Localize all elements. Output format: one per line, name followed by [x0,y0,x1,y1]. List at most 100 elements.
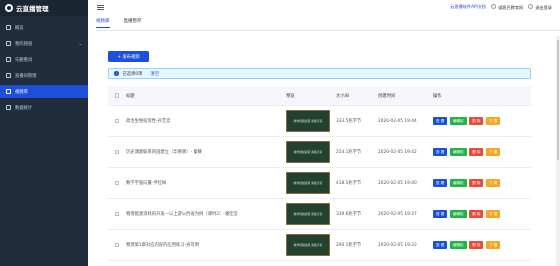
sidebar-item-label: 先観看试 [15,57,33,63]
row-checkbox[interactable] [114,242,120,248]
sidebar-item-label: 直播间管理 [15,73,37,79]
sidebar-item-my-channel[interactable]: 我的频道 ⌄ [0,37,88,50]
video-thumbnail[interactable]: 教学视频资源 黑板示意 [286,203,330,225]
tab-live-cache[interactable]: 直播暂存 [124,18,142,26]
sidebar-item-room-manage[interactable]: 直播间管理 [0,69,88,82]
table-row: 数学字面向量-尹红梅 教学视频资源 黑板示意 418.5兆字节 2020-02-… [108,168,531,199]
edit-button[interactable]: 编辑权 [449,241,467,249]
delete-button[interactable]: 删 除 [469,241,484,249]
scrollbar-thumb[interactable] [556,40,560,160]
table-row: 物理能源消耗的开发—以上游以西省为例（课时2）-潘佳莹 教学视频资源 黑板示意 … [108,199,531,230]
video-title: 物理能源消耗的开发—以上游以西省为例（课时2）-潘佳莹 [126,212,238,217]
row-checkbox[interactable] [114,118,120,124]
video-thumbnail[interactable]: 教学视频资源 黑板示意 [286,234,330,256]
vertical-scrollbar[interactable] [556,36,560,266]
delete-button[interactable]: 删 除 [469,179,484,187]
view-button[interactable]: 查 看 [433,148,448,156]
video-created-time: 2020-02-05 19:37 [378,211,417,217]
selection-alert: i 已选择0项 清空 [108,68,531,79]
video-thumbnail[interactable]: 教学视频资源 黑板示意 [286,172,330,194]
app-title: 云直播管理 [16,5,49,13]
video-size: 290.1兆字节 [336,243,362,248]
sidebar-item-trial[interactable]: 先観看试 [0,53,88,66]
logout-label: 退出登录 [535,4,552,10]
api-doc-link[interactable]: 云直播软件API文档 [450,4,486,10]
table-header: 标题 预览 大小/B 创建时间 操作 [108,86,531,106]
row-checkbox[interactable] [114,211,120,217]
table-row: 历史课题联系的国建立（华德驿）- 秦舞 教学视频资源 黑板示意 254.1兆字节… [108,137,531,168]
sidebar-menu: 概览 我的频道 ⌄ 先観看试 直播间管理 视频库 数据统计 [0,21,88,114]
info-icon: i [114,71,119,76]
selected-count-text: 已选择0项 [122,71,143,77]
video-icon [6,89,11,94]
video-size: 254.1兆字节 [336,150,362,155]
table-row: 物理第1章对应内容的应用练习-谷可明 教学视频资源 黑板示意 290.1兆字节 … [108,230,531,261]
column-header-title: 标题 [126,93,135,99]
tab-bar: 视频库 直播暂存 [96,16,142,28]
download-button[interactable]: 下 载 [485,210,501,218]
select-all-checkbox[interactable] [114,93,120,98]
download-button[interactable]: 下 载 [485,179,501,187]
sidebar-item-label: 概览 [15,25,24,31]
top-bar: 云直播软件API文档 道客巴教育网 退出登录 [88,0,560,14]
user-icon [491,3,497,9]
video-title: 物理第1章对应内容的应用练习-谷可明 [126,243,200,248]
tab-video-library[interactable]: 视频库 [96,18,110,28]
sidebar-item-label: 我的频道 [15,41,33,47]
monitor-icon [6,73,11,78]
home-icon [6,25,11,30]
row-checkbox[interactable] [114,149,120,155]
column-header-size: 大小/B [336,93,349,99]
power-icon [528,3,534,9]
video-table: 标题 预览 大小/B 创建时间 操作 政治生物投资性-孙艺宏 教学视频资源 黑板… [108,86,531,261]
column-header-time: 创建时间 [378,93,396,99]
edit-button[interactable]: 编辑权 [449,117,467,125]
video-thumbnail[interactable]: 教学视频资源 黑板示意 [286,110,330,132]
user-name: 道客巴教育网 [498,4,524,10]
download-button[interactable]: 下 载 [485,148,501,156]
video-size: 339.6兆字节 [336,212,362,217]
user-menu[interactable]: 道客巴教育网 [491,3,524,11]
table-row: 政治生物投资性-孙艺宏 教学视频资源 黑板示意 333.5兆字节 2020-02… [108,106,531,137]
publish-video-button[interactable]: + 发布视频 [108,51,149,62]
channel-icon [6,41,11,46]
logout-button[interactable]: 退出登录 [528,3,552,11]
app-logo-row: 云直播管理 [0,0,88,16]
video-size: 418.5兆字节 [336,181,362,186]
menu-toggle-icon[interactable] [97,3,104,10]
view-button[interactable]: 查 看 [433,179,448,187]
clear-selection-link[interactable]: 清空 [150,71,159,77]
view-button[interactable]: 查 看 [433,117,448,125]
chart-icon [6,105,11,110]
video-created-time: 2020-02-05 19:44 [378,118,417,124]
tab-divider [96,30,560,31]
sidebar-item-statistics[interactable]: 数据统计 [0,101,88,114]
chevron-down-icon: ⌄ [78,41,82,46]
video-created-time: 2020-02-05 19:33 [378,242,417,248]
download-button[interactable]: 下 载 [485,241,501,249]
sidebar: 云直播管理 概览 我的频道 ⌄ 先観看试 直播间管理 视频库 数据统计 [0,0,88,266]
video-created-time: 2020-02-05 19:42 [378,149,417,155]
sidebar-item-video-library[interactable]: 视频库 [0,85,88,98]
sidebar-item-overview[interactable]: 概览 [0,21,88,34]
sidebar-item-label: 数据统计 [15,105,33,111]
play-icon [6,57,11,62]
video-thumbnail[interactable]: 教学视频资源 黑板示意 [286,141,330,163]
delete-button[interactable]: 删 除 [469,210,484,218]
row-checkbox[interactable] [114,180,120,186]
video-title: 历史课题联系的国建立（华德驿）- 秦舞 [126,150,202,155]
video-title: 政治生物投资性-孙艺宏 [126,119,171,124]
delete-button[interactable]: 删 除 [469,148,484,156]
edit-button[interactable]: 编辑权 [449,179,467,187]
cloud-logo-icon [5,4,13,12]
video-title: 数学字面向量-尹红梅 [126,181,167,186]
view-button[interactable]: 查 看 [433,210,448,218]
sidebar-item-label: 视频库 [15,89,28,95]
edit-button[interactable]: 编辑权 [449,148,467,156]
delete-button[interactable]: 删 除 [469,117,484,125]
video-size: 333.5兆字节 [336,119,362,124]
edit-button[interactable]: 编辑权 [449,210,467,218]
top-right-actions: 云直播软件API文档 道客巴教育网 退出登录 [450,0,552,14]
view-button[interactable]: 查 看 [433,241,448,249]
download-button[interactable]: 下 载 [485,117,501,125]
